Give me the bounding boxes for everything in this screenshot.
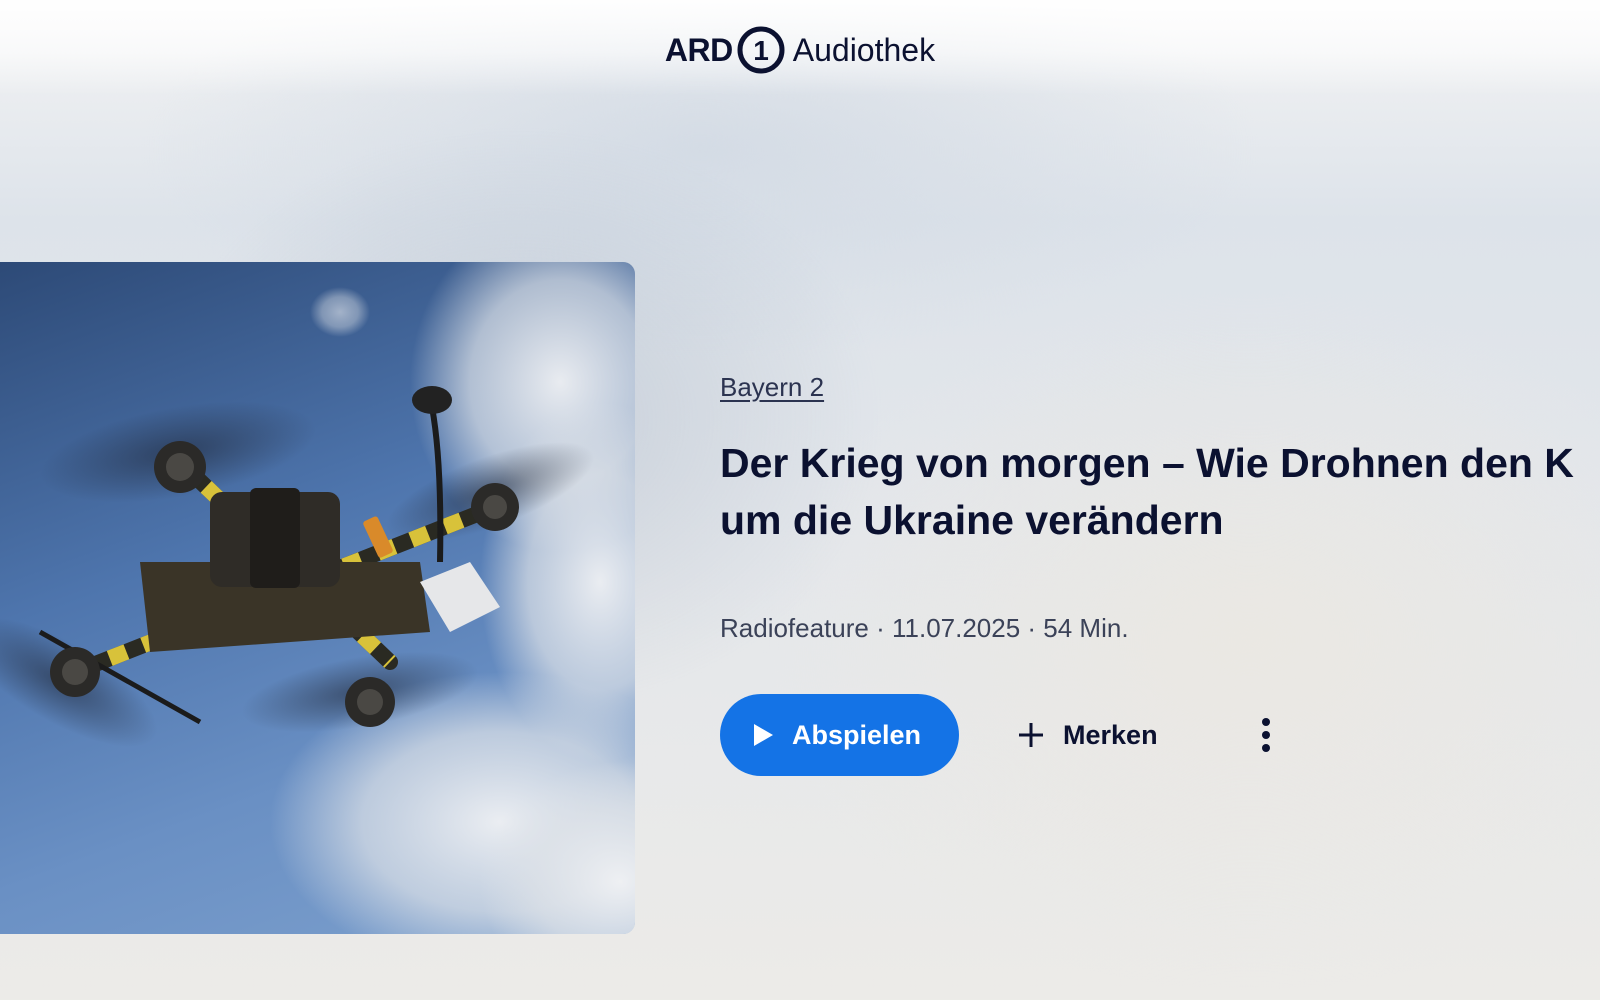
svg-text:1: 1 — [753, 35, 769, 66]
episode-actions: Abspielen Merken — [720, 694, 1600, 776]
ard-one-logo-icon: 1 — [737, 26, 785, 74]
ard-audiothek-logo[interactable]: ARD 1 Audiothek — [665, 24, 935, 76]
more-vertical-icon — [1261, 718, 1270, 752]
publisher-link[interactable]: Bayern 2 — [720, 372, 824, 403]
episode-title-line-2: um die Ukraine verändern — [720, 497, 1224, 543]
episode-info: Bayern 2 Der Krieg von morgen – Wie Droh… — [720, 372, 1600, 776]
drone-illustration — [0, 262, 635, 934]
more-options-button[interactable] — [1246, 715, 1286, 755]
bookmark-button[interactable]: Merken — [1011, 719, 1164, 752]
episode-title: Der Krieg von morgen – Wie Drohnen den K… — [720, 435, 1600, 549]
episode-title-line-1: Der Krieg von morgen – Wie Drohnen den K — [720, 440, 1574, 486]
logo-product-text: Audiothek — [792, 31, 936, 68]
logo-ard-text: ARD — [664, 31, 733, 68]
plus-icon — [1019, 723, 1044, 747]
play-button[interactable]: Abspielen — [720, 694, 960, 776]
episode-meta: Radiofeature · 11.07.2025 · 54 Min. — [720, 613, 1129, 643]
episode-cover-image[interactable] — [0, 262, 635, 934]
play-icon — [754, 724, 773, 746]
play-button-label: Abspielen — [792, 719, 922, 750]
bookmark-button-label: Merken — [1063, 719, 1158, 750]
header: ARD 1 Audiothek — [0, 0, 1600, 100]
